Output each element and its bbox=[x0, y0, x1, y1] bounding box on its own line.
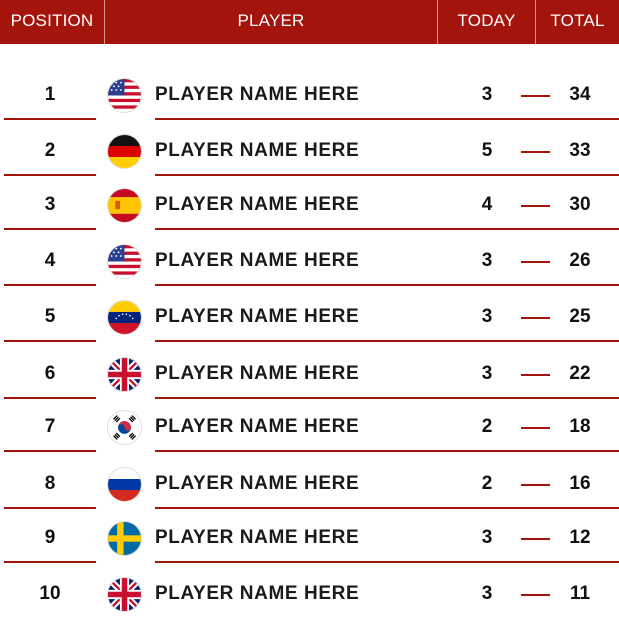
dash-divider bbox=[521, 317, 550, 319]
row-rule bbox=[155, 561, 619, 563]
today-score: 3 bbox=[481, 84, 493, 105]
today-score: 2 bbox=[481, 416, 493, 437]
player-name: PLAYER NAME HERE bbox=[155, 583, 360, 604]
player-name: PLAYER NAME HERE bbox=[155, 140, 360, 161]
leaderboard-row: 10 PLAYER NAME HERE 3 11 bbox=[0, 575, 619, 631]
uk-flag-icon bbox=[107, 357, 142, 392]
position-cell: 6 bbox=[44, 363, 56, 384]
leaderboard-row: 9 PLAYER NAME HERE 3 12 bbox=[0, 519, 619, 575]
leaderboard-header: POSITION PLAYER TODAY TOTAL bbox=[0, 0, 619, 44]
total-score: 16 bbox=[569, 473, 591, 494]
row-rule bbox=[4, 397, 96, 399]
row-rule bbox=[4, 450, 96, 452]
row-rule bbox=[155, 228, 619, 230]
total-score: 34 bbox=[569, 84, 591, 105]
row-rule bbox=[4, 561, 96, 563]
leaderboard-row: 1 PLAYER NAME HERE 3 34 bbox=[0, 76, 619, 132]
position-cell: 9 bbox=[44, 527, 56, 548]
total-score: 25 bbox=[569, 306, 591, 327]
today-score: 3 bbox=[481, 583, 493, 604]
row-rule bbox=[4, 228, 96, 230]
venezuela-flag-icon bbox=[107, 300, 142, 335]
russia-flag-icon bbox=[107, 467, 142, 502]
today-score: 3 bbox=[481, 527, 493, 548]
row-rule bbox=[4, 340, 96, 342]
row-rule bbox=[4, 507, 96, 509]
row-rule bbox=[155, 174, 619, 176]
leaderboard-row: 7 PLAYER NAME HERE 2 18 bbox=[0, 408, 619, 464]
today-score: 3 bbox=[481, 306, 493, 327]
today-score: 3 bbox=[481, 250, 493, 271]
header-position: POSITION bbox=[10, 11, 94, 30]
south-korea-flag-icon bbox=[107, 410, 142, 445]
player-name: PLAYER NAME HERE bbox=[155, 84, 360, 105]
header-today: TODAY bbox=[457, 11, 516, 30]
dash-divider bbox=[521, 538, 550, 540]
dash-divider bbox=[521, 594, 550, 596]
leaderboard-row: 3 PLAYER NAME HERE 4 30 bbox=[0, 186, 619, 242]
row-rule bbox=[4, 118, 96, 120]
player-name: PLAYER NAME HERE bbox=[155, 527, 360, 548]
leaderboard-row: 5 PLAYER NAME HERE 3 25 bbox=[0, 298, 619, 354]
player-name: PLAYER NAME HERE bbox=[155, 473, 360, 494]
total-score: 26 bbox=[569, 250, 591, 271]
header-player: PLAYER bbox=[237, 11, 305, 30]
position-cell: 5 bbox=[44, 306, 56, 327]
leaderboard-row: 2 PLAYER NAME HERE 5 33 bbox=[0, 132, 619, 188]
player-name: PLAYER NAME HERE bbox=[155, 416, 360, 437]
row-rule bbox=[155, 507, 619, 509]
uk-flag-icon bbox=[107, 577, 142, 612]
today-score: 4 bbox=[481, 194, 493, 215]
row-rule bbox=[155, 284, 619, 286]
player-name: PLAYER NAME HERE bbox=[155, 363, 360, 384]
dash-divider bbox=[521, 95, 550, 97]
position-cell: 4 bbox=[44, 250, 56, 271]
usa-flag-icon bbox=[107, 244, 142, 279]
total-score: 30 bbox=[569, 194, 591, 215]
usa-flag-icon bbox=[107, 78, 142, 113]
player-name: PLAYER NAME HERE bbox=[155, 250, 360, 271]
player-name: PLAYER NAME HERE bbox=[155, 194, 360, 215]
row-rule bbox=[155, 450, 619, 452]
today-score: 5 bbox=[481, 140, 493, 161]
leaderboard-row: 8 PLAYER NAME HERE 2 16 bbox=[0, 465, 619, 521]
position-cell: 8 bbox=[44, 473, 56, 494]
row-rule bbox=[4, 284, 96, 286]
position-cell: 7 bbox=[44, 416, 56, 437]
total-score: 12 bbox=[569, 527, 591, 548]
position-cell: 2 bbox=[44, 140, 56, 161]
dash-divider bbox=[521, 374, 550, 376]
dash-divider bbox=[521, 261, 550, 263]
position-cell: 3 bbox=[44, 194, 56, 215]
position-cell: 1 bbox=[44, 84, 56, 105]
dash-divider bbox=[521, 205, 550, 207]
player-name: PLAYER NAME HERE bbox=[155, 306, 360, 327]
row-rule bbox=[155, 397, 619, 399]
today-score: 2 bbox=[481, 473, 493, 494]
total-score: 33 bbox=[569, 140, 591, 161]
position-cell: 10 bbox=[39, 583, 61, 604]
total-score: 22 bbox=[569, 363, 591, 384]
germany-flag-icon bbox=[107, 134, 142, 169]
dash-divider bbox=[521, 427, 550, 429]
dash-divider bbox=[521, 151, 550, 153]
dash-divider bbox=[521, 484, 550, 486]
row-rule bbox=[4, 174, 96, 176]
leaderboard-row: 4 PLAYER NAME HERE 3 26 bbox=[0, 242, 619, 298]
header-total: TOTAL bbox=[550, 11, 605, 30]
leaderboard-row: 6 PLAYER NAME HERE 3 22 bbox=[0, 355, 619, 411]
today-score: 3 bbox=[481, 363, 493, 384]
total-score: 18 bbox=[569, 416, 591, 437]
total-score: 11 bbox=[569, 583, 591, 604]
row-rule bbox=[155, 340, 619, 342]
sweden-flag-icon bbox=[107, 521, 142, 556]
spain-flag-icon bbox=[107, 188, 142, 223]
row-rule bbox=[155, 118, 619, 120]
